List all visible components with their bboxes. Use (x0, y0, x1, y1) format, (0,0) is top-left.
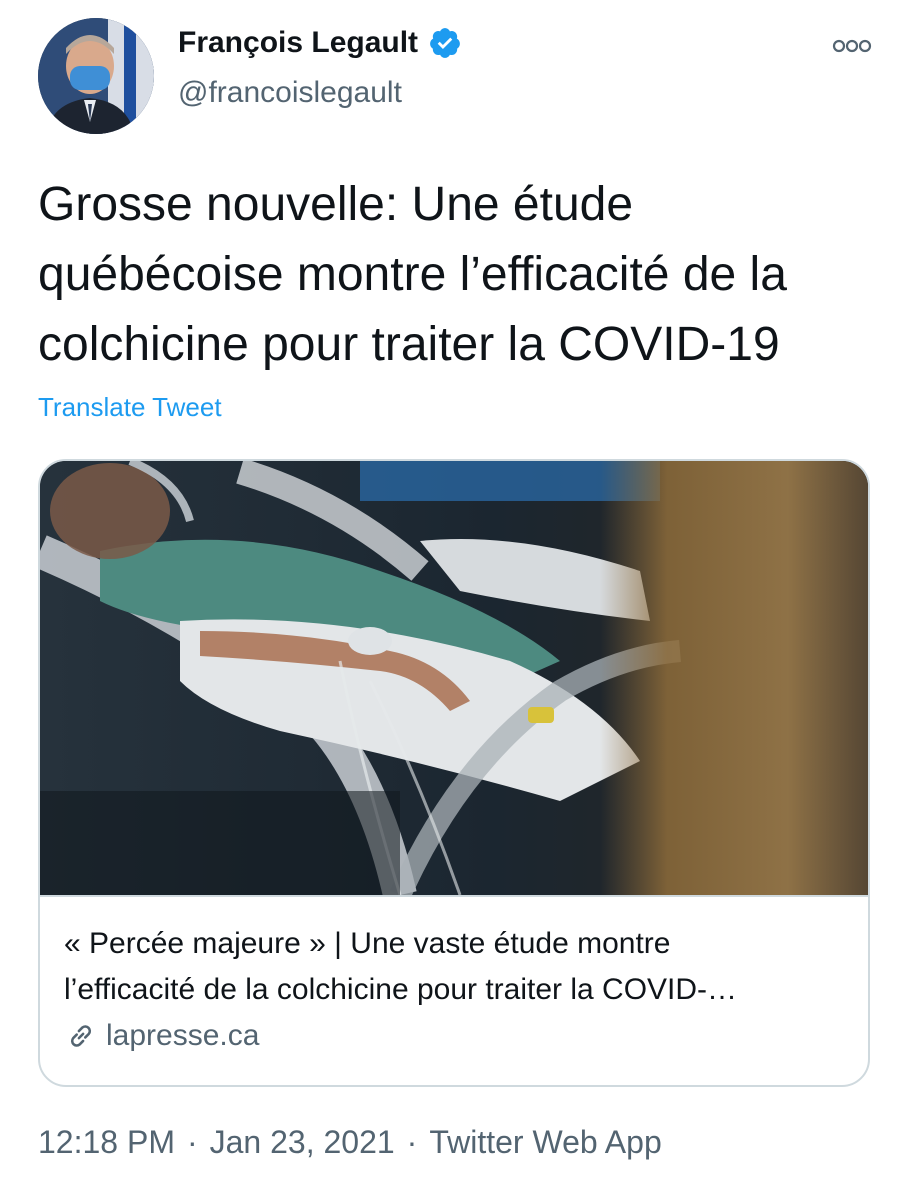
meta-separator: · (186, 1124, 198, 1160)
author-handle[interactable]: @francoislegault (178, 76, 402, 110)
author-name[interactable]: François Legault (178, 26, 462, 60)
tweet-meta: 12:18 PM · Jan 23, 2021 · Twitter Web Ap… (38, 1124, 662, 1161)
tweet-text: Grosse nouvelle: Une étude québécoise mo… (38, 178, 787, 371)
link-icon (64, 1019, 98, 1053)
card-title[interactable]: « Percée majeure » | Une vaste étude mon… (64, 921, 854, 1013)
author-display-name[interactable]: François Legault (178, 26, 418, 60)
translate-tweet-link[interactable]: Translate Tweet (38, 392, 222, 423)
avatar[interactable] (38, 18, 154, 134)
card-title-line-1: « Percée majeure » | Une vaste étude mon… (64, 927, 671, 960)
meta-separator: · (406, 1124, 418, 1160)
card-domain-text: lapresse.ca (106, 1019, 260, 1052)
more-options-icon[interactable] (832, 36, 872, 56)
verified-badge-icon (428, 26, 462, 60)
link-preview-card[interactable]: « Percée majeure » | Une vaste étude mon… (38, 459, 870, 1087)
tweet-time[interactable]: 12:18 PM (38, 1124, 175, 1161)
card-image[interactable] (40, 461, 868, 897)
card-title-line-2: l’efficacité de la colchicine pour trait… (64, 973, 738, 1006)
tweet-source[interactable]: Twitter Web App (429, 1124, 661, 1161)
tweet-date[interactable]: Jan 23, 2021 (210, 1124, 395, 1161)
card-domain[interactable]: lapresse.ca (64, 1019, 259, 1053)
